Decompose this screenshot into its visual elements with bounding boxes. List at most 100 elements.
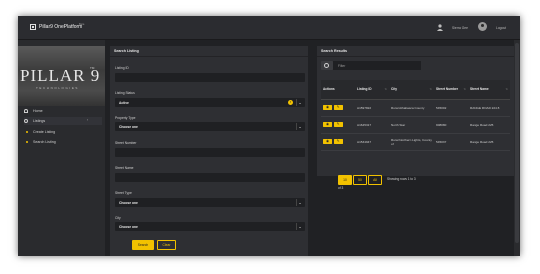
top-bar: Pillar9 OnePlatform Beta Sierra Gee Logo… [18,16,520,40]
city-value: Choose one [119,225,138,229]
app-title: Pillar9 OnePlatform [39,24,83,30]
row-actions: ◉ ✎ [321,133,355,151]
chevron-down-icon: ⌄ [296,123,303,130]
cell-street-name: RANGE ROAD 224 8 [468,99,510,117]
sort-icon: ⇅ [429,87,432,92]
scrollbar-thumb[interactable] [515,43,519,243]
sidebar-item-home[interactable]: Home [24,107,102,115]
listings-icon [24,119,28,123]
brand-wordmark: PILLAR 9 [20,66,101,85]
user-icon[interactable] [437,24,443,31]
search-icon [321,61,333,70]
property-type-value: Choose one [119,125,138,129]
bullet-icon [26,141,28,143]
edit-icon[interactable]: ✎ [333,105,343,110]
clear-button[interactable]: Clear [157,240,176,250]
street-name-label: Street Name [115,166,134,170]
row-actions: ◉ ✎ [321,99,355,117]
app-window: Pillar9 OnePlatform Beta Sierra Gee Logo… [18,16,520,256]
table-row[interactable]: ◉ ✎ A1645317 North Star 908080 Range Road… [321,116,510,134]
cell-city: North Star [389,116,434,134]
pagination-info: Showing rows 1 to 3 [387,177,416,181]
sidebar-item-create-listing[interactable]: Create Listing [24,128,102,136]
search-results-panel: Search Results Filter Actions Listing ID… [317,46,514,190]
warning-icon: ! [288,100,293,105]
chevron-down-icon: ⌄ [296,223,303,230]
street-type-value: Choose one [119,201,138,205]
panel-title: Search Results [321,49,347,53]
city-label: City [115,216,121,220]
listing-status-label: Listing Status [115,91,135,95]
city-select[interactable]: Choose one ⌄ [115,222,305,231]
bullet-icon [26,131,28,133]
listing-id-label: Listing ID [115,66,129,70]
page-scrollbar[interactable] [514,40,520,256]
column-header-listing-id[interactable]: Listing ID ⇅ [355,80,389,100]
column-header-actions[interactable]: Actions [321,80,355,100]
sidebar: PILLAR 9 TM TECHNOLOGIES Home Listings ‹… [18,40,105,256]
user-name[interactable]: Sierra Gee [452,26,468,30]
view-icon[interactable]: ◉ [323,105,332,110]
divider [110,56,308,57]
sidebar-item-label: Home [33,109,43,113]
logout-link[interactable]: Logout [496,26,506,30]
table-header-row: Actions Listing ID ⇅ City ⇅ Street Number ⇅… [321,80,510,100]
divider [317,56,514,57]
panel-title: Search Listing [114,49,139,53]
brand-logo: PILLAR 9 TM TECHNOLOGIES [18,46,105,106]
sidebar-item-label: Listings [33,119,46,123]
cell-city: Rural Northern Lights, County of [389,133,434,151]
cell-listing-id: A1645317 [355,116,389,134]
chevron-down-icon: ⌄ [296,199,303,206]
street-number-label: Street Number [115,141,137,145]
column-header-street-number[interactable]: Street Number ⇅ [434,80,468,100]
edit-icon[interactable]: ✎ [333,139,343,144]
listing-status-select[interactable]: Active ! ⌄ [115,98,305,107]
sidebar-item-listings[interactable]: Listings ‹ [24,117,102,125]
street-type-select[interactable]: Choose one ⌄ [115,198,305,207]
edit-icon[interactable]: ✎ [333,122,343,127]
sidebar-item-search-listing[interactable]: Search Listing [24,138,102,146]
sort-icon: ⇅ [463,87,466,92]
brand-trademark: TM [90,66,95,70]
view-icon[interactable]: ◉ [323,122,332,127]
street-name-input[interactable] [115,173,305,182]
property-type-select[interactable]: Choose one ⌄ [115,122,305,131]
chevron-down-icon: ⌄ [296,99,303,106]
column-header-city[interactable]: City ⇅ [389,80,434,100]
cell-street-name: Range Road 225 [468,133,510,151]
pagination-info-tail: of 3 [338,186,344,190]
cell-street-number: 545002 [434,99,468,117]
cell-listing-id: A1534947 [355,133,389,151]
listing-id-input[interactable] [115,73,305,82]
view-icon[interactable]: ◉ [323,139,332,144]
filter-input[interactable]: Filter [333,61,421,70]
cell-street-name: Range Road 225 [468,116,510,134]
listing-status-value: Active [119,101,129,105]
cell-street-number: 545037 [434,133,468,151]
table-row[interactable]: ◉ ✎ A1534947 Rural Northern Lights, Count… [321,133,510,151]
sort-icon: ⇅ [384,87,387,92]
sort-icon: ⇅ [505,87,508,92]
street-type-label: Street Type [115,191,132,195]
table-row[interactable]: ◉ ✎ A1597822 Rural Athabasca County 54500… [321,99,510,117]
results-table: Actions Listing ID ⇅ City ⇅ Street Number ⇅… [321,80,510,151]
row-actions: ◉ ✎ [321,116,355,134]
cell-listing-id: A1597822 [355,99,389,117]
search-listing-panel: Search Listing Listing ID Listing Status… [110,46,308,256]
cell-street-number: 908080 [434,116,468,134]
chevron-left-icon: ‹ [87,118,89,122]
sidebar-item-label: Create Listing [33,130,56,134]
home-icon [24,109,28,113]
page-size-10-button[interactable]: 10 [338,175,352,185]
page-size-50-button[interactable]: 50 [353,175,367,185]
sidebar-item-label: Search Listing [33,140,56,144]
brand-tagline: TECHNOLOGIES [36,86,80,90]
cell-city: Rural Athabasca County [389,99,434,117]
app-logo-icon [30,24,36,30]
search-button[interactable]: Search [132,240,154,250]
column-header-street-name[interactable]: Street Name ⇅ [468,80,510,100]
avatar[interactable] [478,22,487,31]
page-size-all-button[interactable]: All [368,175,382,185]
street-number-input[interactable] [115,148,305,157]
